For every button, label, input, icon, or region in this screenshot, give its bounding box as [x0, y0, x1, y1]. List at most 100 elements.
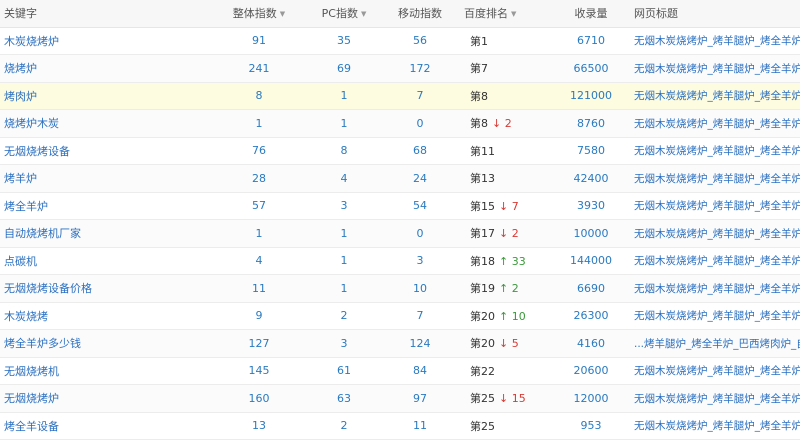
- index-count[interactable]: 10000: [552, 219, 630, 248]
- total-index[interactable]: 1: [210, 219, 308, 248]
- total-index[interactable]: 160: [210, 384, 308, 413]
- total-index[interactable]: 13: [210, 412, 308, 440]
- keyword-link[interactable]: 烤全羊设备: [0, 412, 210, 440]
- keyword-link[interactable]: 自动烧烤机厂家: [0, 219, 210, 248]
- mobile-index[interactable]: 7: [380, 82, 460, 110]
- page-title-link[interactable]: 无烟木炭烧烤炉_烤羊腿炉_烤全羊炉_巴西烤肉: [634, 200, 800, 212]
- sort-down-icon[interactable]: ▼: [511, 10, 516, 18]
- total-index[interactable]: 241: [210, 54, 308, 83]
- keyword-link[interactable]: 无烟烧烤机: [0, 357, 210, 385]
- total-index[interactable]: 1: [210, 109, 308, 138]
- keyword-link[interactable]: 无烟烧烤设备: [0, 137, 210, 165]
- total-index[interactable]: 57: [210, 192, 308, 220]
- total-index[interactable]: 127: [210, 329, 308, 358]
- pc-index[interactable]: 63: [308, 384, 380, 413]
- mobile-index[interactable]: 24: [380, 164, 460, 193]
- page-title-link[interactable]: 无烟木炭烧烤炉_烤羊腿炉_烤全羊炉_巴西烤肉: [634, 145, 800, 157]
- total-index[interactable]: 11: [210, 274, 308, 303]
- index-count[interactable]: 3930: [552, 192, 630, 220]
- mobile-index[interactable]: 7: [380, 302, 460, 330]
- pc-index[interactable]: 4: [308, 164, 380, 193]
- page-title-link[interactable]: 无烟木炭烧烤炉_烤羊腿炉_烤全羊炉_巴西烤肉: [634, 173, 800, 185]
- keyword-link[interactable]: 烧烤炉木炭: [0, 109, 210, 138]
- pc-index[interactable]: 3: [308, 192, 380, 220]
- page-title-link[interactable]: 无烟木炭烧烤炉_烤羊腿炉_烤全羊炉_巴西烤肉: [634, 283, 800, 295]
- mobile-index[interactable]: 0: [380, 219, 460, 248]
- mobile-index[interactable]: 11: [380, 412, 460, 440]
- table-row: 无烟烧烤炉 160 63 97 第25 ↓ 15 12000 无烟木炭烧烤炉_烤羊腿炉_烤全羊…: [0, 384, 800, 413]
- index-count[interactable]: 42400: [552, 164, 630, 193]
- pc-index[interactable]: 69: [308, 54, 380, 83]
- mobile-index[interactable]: 68: [380, 137, 460, 165]
- index-count[interactable]: 6710: [552, 27, 630, 55]
- keyword-link[interactable]: 木炭烧烤: [0, 302, 210, 330]
- pc-index[interactable]: 2: [308, 412, 380, 440]
- total-index[interactable]: 28: [210, 164, 308, 193]
- page-title-link[interactable]: 无烟木炭烧烤炉_烤羊腿炉_烤全羊炉_巴西烤肉: [634, 310, 800, 322]
- page-title-link[interactable]: 无烟木炭烧烤炉_烤羊腿炉_烤全羊炉_巴西烤肉: [634, 35, 800, 47]
- index-count[interactable]: 953: [552, 412, 630, 440]
- pc-index[interactable]: 1: [308, 109, 380, 138]
- total-index[interactable]: 8: [210, 82, 308, 110]
- total-index[interactable]: 145: [210, 357, 308, 385]
- header-total-index[interactable]: 整体指数 ▼: [210, 0, 308, 28]
- keyword-link[interactable]: 烤肉炉: [0, 82, 210, 110]
- header-baidu-rank[interactable]: 百度排名 ▼: [460, 0, 552, 28]
- keyword-link[interactable]: 烤羊炉: [0, 164, 210, 193]
- page-title-link[interactable]: 无烟木炭烧烤炉_烤羊腿炉_烤全羊炉_巴西烤肉: [634, 90, 800, 102]
- pc-index[interactable]: 1: [308, 82, 380, 110]
- page-title-link[interactable]: 无烟木炭烧烤炉_烤羊腿炉_烤全羊炉_巴西烤肉: [634, 393, 800, 405]
- pc-index[interactable]: 61: [308, 357, 380, 385]
- pc-index[interactable]: 8: [308, 137, 380, 165]
- mobile-index[interactable]: 172: [380, 54, 460, 83]
- index-count[interactable]: 12000: [552, 384, 630, 413]
- total-index[interactable]: 9: [210, 302, 308, 330]
- page-title-link[interactable]: 无烟木炭烧烤炉_烤羊腿炉_烤全羊炉_巴西烤肉: [634, 118, 800, 130]
- mobile-index[interactable]: 124: [380, 329, 460, 358]
- index-count[interactable]: 7580: [552, 137, 630, 165]
- pc-index[interactable]: 3: [308, 329, 380, 358]
- rank-change-up: ↑ 33: [499, 254, 526, 268]
- index-count[interactable]: 66500: [552, 54, 630, 83]
- mobile-index[interactable]: 3: [380, 247, 460, 275]
- mobile-index[interactable]: 97: [380, 384, 460, 413]
- pc-index[interactable]: 1: [308, 274, 380, 303]
- keyword-link[interactable]: 烤全羊炉多少钱: [0, 329, 210, 358]
- index-count[interactable]: 121000: [552, 82, 630, 110]
- page-title-link[interactable]: 无烟木炭烧烤炉_烤羊腿炉_烤全羊炉_巴西烤肉: [634, 365, 800, 377]
- index-count[interactable]: 4160: [552, 329, 630, 358]
- keyword-link[interactable]: 点碳机: [0, 247, 210, 275]
- index-count[interactable]: 6690: [552, 274, 630, 303]
- mobile-index[interactable]: 10: [380, 274, 460, 303]
- total-index[interactable]: 91: [210, 27, 308, 55]
- table-row: 点碳机413第18↑ 33144000无烟木炭烧烤炉_烤羊腿炉_烤全羊炉_巴西烤…: [0, 247, 800, 275]
- sort-down-icon[interactable]: ▼: [361, 10, 366, 18]
- pc-index[interactable]: 1: [308, 247, 380, 275]
- pc-index[interactable]: 1: [308, 219, 380, 248]
- keyword-link[interactable]: 木炭烧烤炉: [0, 27, 210, 55]
- sort-down-icon[interactable]: ▼: [280, 10, 285, 18]
- page-title-link[interactable]: 无烟木炭烧烤炉_烤羊腿炉_烤全羊炉_巴西烤肉: [634, 420, 800, 432]
- page-title-link[interactable]: ...烤羊腿炉_烤全羊炉_巴西烤肉炉_自动点碳机: [634, 338, 800, 350]
- keyword-link[interactable]: 无烟烧烤设备价格: [0, 274, 210, 303]
- index-count[interactable]: 20600: [552, 357, 630, 385]
- page-title-cell: 无烟木炭烧烤炉_烤羊腿炉_烤全羊炉_巴西烤肉首页: [630, 27, 800, 55]
- header-pc-index[interactable]: PC指数 ▼: [308, 0, 380, 28]
- pc-index[interactable]: 2: [308, 302, 380, 330]
- page-title-link[interactable]: 无烟木炭烧烤炉_烤羊腿炉_烤全羊炉_巴西烤肉: [634, 255, 800, 267]
- total-index[interactable]: 76: [210, 137, 308, 165]
- index-count[interactable]: 26300: [552, 302, 630, 330]
- index-count[interactable]: 144000: [552, 247, 630, 275]
- page-title-link[interactable]: 无烟木炭烧烤炉_烤羊腿炉_烤全羊炉_巴西烤肉: [634, 63, 800, 75]
- mobile-index[interactable]: 0: [380, 109, 460, 138]
- index-count[interactable]: 8760: [552, 109, 630, 138]
- total-index[interactable]: 4: [210, 247, 308, 275]
- keyword-link[interactable]: 无烟烧烤炉: [0, 384, 210, 413]
- pc-index[interactable]: 35: [308, 27, 380, 55]
- keyword-link[interactable]: 烤全羊炉: [0, 192, 210, 220]
- keyword-link[interactable]: 烧烤炉: [0, 54, 210, 83]
- page-title-link[interactable]: 无烟木炭烧烤炉_烤羊腿炉_烤全羊炉_巴西烤肉: [634, 228, 800, 240]
- mobile-index[interactable]: 84: [380, 357, 460, 385]
- mobile-index[interactable]: 56: [380, 27, 460, 55]
- mobile-index[interactable]: 54: [380, 192, 460, 220]
